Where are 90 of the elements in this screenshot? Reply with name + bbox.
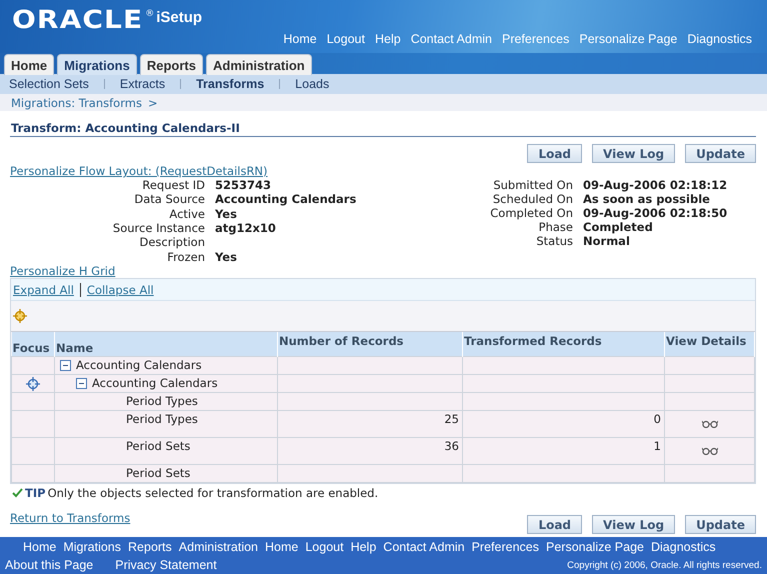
global-link[interactable]: Contact Admin [410, 32, 492, 46]
global-link[interactable]: Home [283, 32, 317, 46]
breadcrumb-separator: > [148, 96, 158, 110]
focus-crosshair-icon[interactable] [13, 309, 27, 323]
global-link[interactable]: Diagnostics [687, 32, 752, 46]
field-value: Yes [215, 250, 238, 264]
field-label: Submitted On [492, 178, 573, 192]
tree-node-label: Accounting Calendars [76, 357, 202, 374]
footer-link[interactable]: Administration [178, 540, 258, 554]
footer-link[interactable]: Help [350, 540, 376, 554]
column-header: Transformed Records [462, 332, 664, 356]
field-label: Request ID [141, 178, 205, 192]
footer-link[interactable]: Preferences [472, 540, 539, 554]
copyright-text: Copyright (c) 2006, Oracle. All rights reserved. [567, 560, 762, 570]
tip-text: Only the objects selected for transformation are enabled. [48, 486, 378, 500]
column-header: Number of Records [278, 332, 462, 356]
footer-link[interactable]: Diagnostics [650, 540, 716, 554]
tab[interactable]: Reports [140, 54, 203, 75]
field-label: Source Instance [112, 220, 205, 236]
footer-link[interactable]: Privacy Statement [115, 558, 217, 572]
field-label: Description [138, 235, 205, 250]
table-cell: 25 [444, 412, 459, 426]
field-label: Completed On [489, 206, 573, 220]
column-header: View Details [664, 332, 754, 356]
table-cell: 1 [654, 439, 661, 453]
field-value: 09-Aug-2006 02:18:50 [583, 206, 728, 220]
action-button[interactable]: View Log [592, 144, 676, 163]
collapse-icon[interactable] [76, 378, 87, 389]
action-button[interactable]: Load [527, 515, 582, 534]
subtab[interactable]: Transforms [196, 77, 264, 91]
action-button[interactable]: Load [527, 144, 582, 163]
subtab[interactable]: Selection Sets [9, 77, 89, 91]
tip-label: TIP [25, 486, 46, 500]
footer-link[interactable]: Home [265, 540, 298, 554]
collapse-icon[interactable] [60, 360, 71, 371]
field-value: Normal [583, 234, 631, 248]
field-value: As soon as possible [583, 192, 711, 206]
field-value: Yes [215, 206, 238, 221]
subtab[interactable]: Loads [295, 77, 330, 91]
footer-link[interactable]: About this Page [5, 558, 94, 572]
tree-node-label: Period Sets [126, 465, 190, 482]
tab[interactable]: Home [4, 54, 54, 75]
tree-node-label: Period Sets [126, 438, 190, 455]
glasses-icon[interactable] [702, 420, 718, 428]
field-label: Active [168, 206, 205, 221]
expand-all-link[interactable]: Expand All [13, 282, 74, 296]
footer-link[interactable]: Migrations [63, 540, 122, 554]
table-cell: 0 [654, 412, 661, 426]
breadcrumb-link[interactable]: Migrations: Transforms [11, 96, 142, 110]
personalize-link[interactable]: Personalize Flow Layout: (RequestDetailsRN) [10, 164, 268, 178]
action-button[interactable]: Update [685, 515, 756, 534]
field-value: atg12x10 [215, 220, 277, 236]
footer-link[interactable]: Personalize Page [546, 540, 644, 554]
subtab[interactable]: Extracts [120, 77, 166, 91]
collapse-all-link[interactable]: Collapse All [86, 282, 154, 296]
page-title: Transform: Accounting Calendars-II [10, 119, 756, 137]
field-label: Status [535, 234, 573, 248]
column-header: Focus [12, 332, 54, 356]
field-label: Scheduled On [492, 192, 573, 206]
global-link[interactable]: Personalize Page [579, 32, 678, 46]
column-header: Name [54, 332, 278, 356]
tree-node-label: Period Types [126, 411, 198, 428]
personalize-link[interactable]: Personalize H Grid [10, 264, 116, 278]
checkmark-icon [12, 488, 23, 498]
return-link[interactable]: Return to Transforms [10, 511, 130, 525]
tree-node-label: Period Types [126, 393, 198, 410]
footer-link[interactable]: Reports [128, 540, 172, 554]
product-name: iSetup [156, 9, 202, 26]
field-value: Accounting Calendars [215, 192, 358, 207]
tree-node-label: Accounting Calendars [92, 375, 218, 392]
tab[interactable]: Migrations [57, 54, 137, 75]
field-value: 5253743 [215, 178, 272, 192]
field-value: Completed [583, 220, 654, 234]
field-label: Phase [538, 220, 573, 234]
footer-link[interactable]: Home [23, 540, 56, 554]
field-value: 09-Aug-2006 02:18:12 [583, 178, 728, 192]
global-link[interactable]: Help [374, 32, 401, 46]
table-cell: 36 [444, 439, 459, 453]
footer-link[interactable]: Logout [305, 540, 344, 554]
tab[interactable]: Administration [206, 54, 312, 75]
field-label: Data Source [133, 192, 205, 207]
global-link[interactable]: Logout [326, 32, 365, 46]
action-button[interactable]: View Log [592, 515, 676, 534]
footer-link[interactable]: Contact Admin [383, 540, 465, 554]
action-button[interactable]: Update [685, 144, 756, 163]
focus-crosshair-icon[interactable] [26, 377, 40, 392]
registered-mark: ® [145, 9, 154, 19]
oracle-logo: ORACLE [12, 5, 144, 34]
field-label: Frozen [166, 250, 205, 264]
glasses-icon[interactable] [702, 446, 718, 455]
